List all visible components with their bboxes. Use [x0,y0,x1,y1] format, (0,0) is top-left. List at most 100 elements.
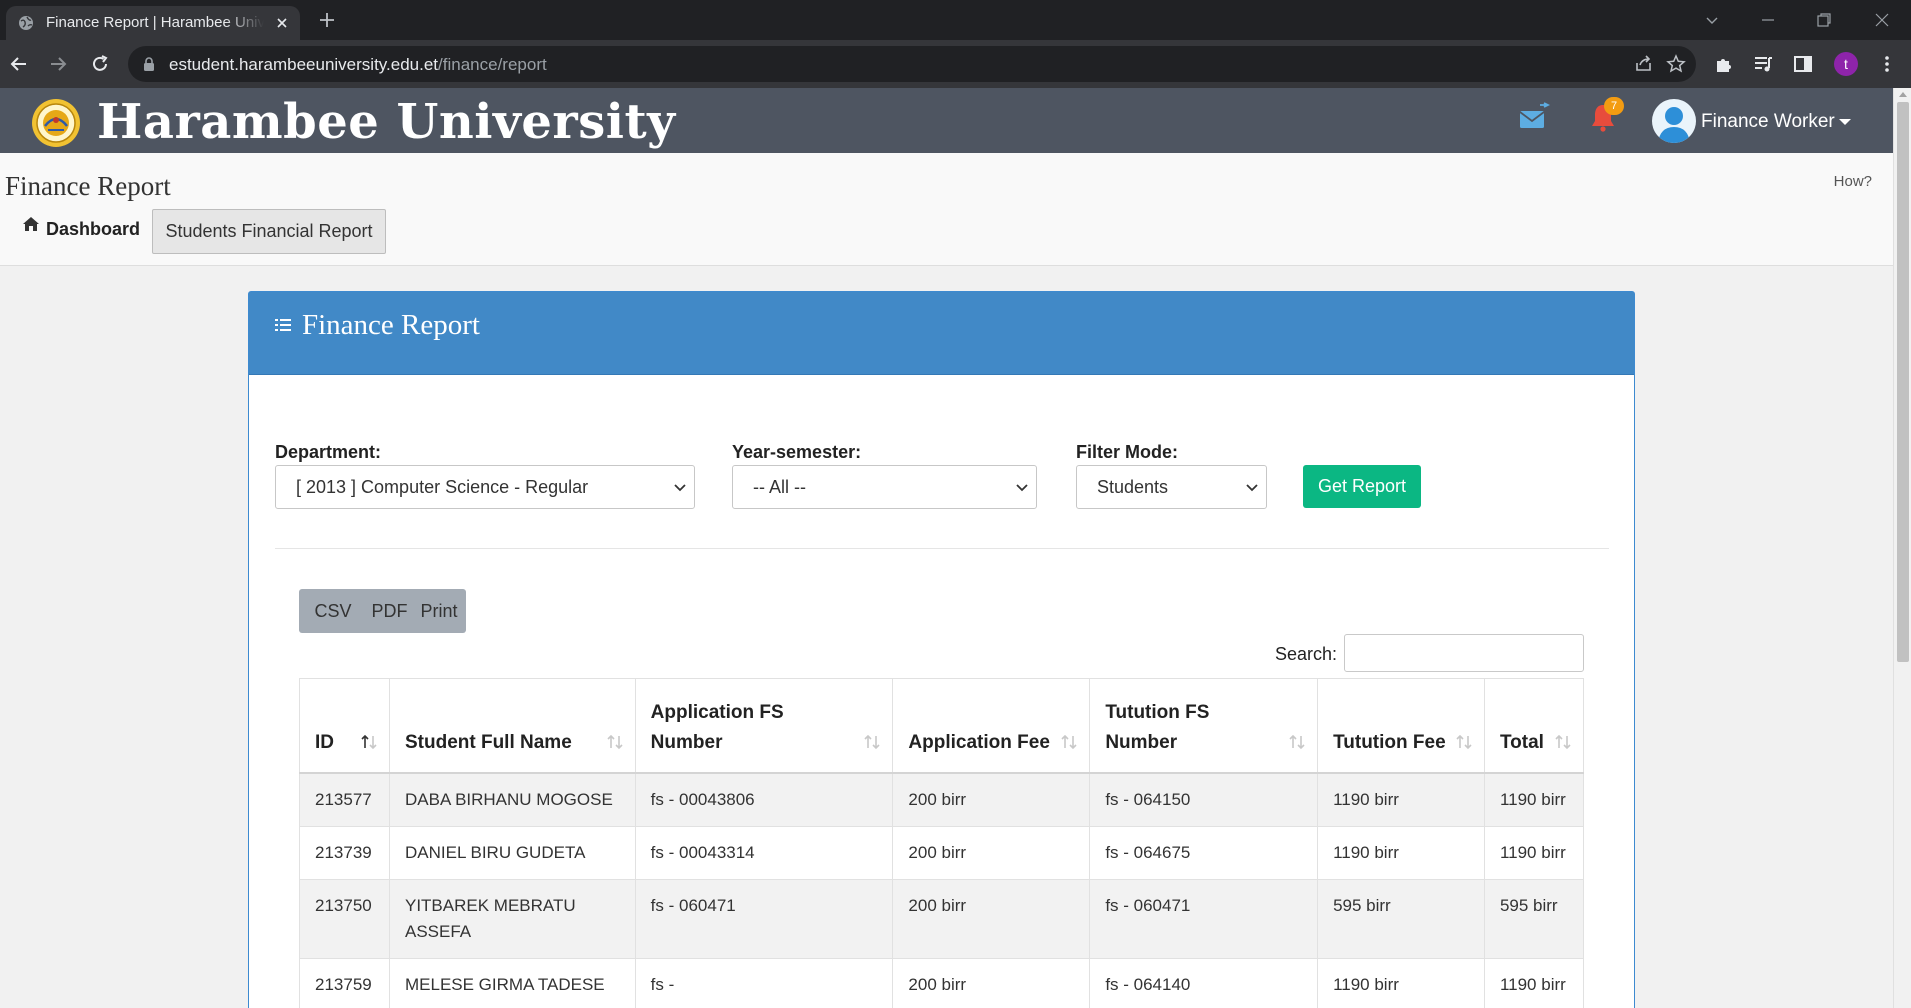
cell-student-name: DABA BIRHANU MOGOSE [388,772,636,827]
browser-tab[interactable]: Finance Report | Harambee University [6,6,300,40]
department-select-value: [ 2013 ] Computer Science - Regular [296,477,589,497]
table-row[interactable]: 213750 YITBAREK MEBRATU ASSEFA fs - 0604… [299,878,1585,959]
scroll-up-arrow-icon[interactable] [1899,92,1907,97]
share-icon[interactable] [1634,54,1654,74]
cell-student-name: YITBAREK MEBRATU ASSEFA [388,878,636,959]
profile-avatar[interactable]: t [1834,52,1858,76]
year-semester-select[interactable]: -- All -- [732,465,1037,509]
browser-tabbar: Finance Report | Harambee University [0,0,1911,40]
pdf-button[interactable]: PDF [367,589,412,633]
breadcrumb-students-financial-report[interactable]: Students Financial Report [152,209,386,254]
finance-table: ID Student Full Name Application FS Numb… [299,678,1585,1008]
window-close-icon[interactable] [1872,10,1892,30]
column-header-id[interactable]: ID [299,678,390,774]
cell-application-fee: 200 birr [892,772,1091,827]
chevron-down-icon[interactable] [1702,10,1722,30]
puzzle-icon[interactable] [1713,53,1735,75]
breadcrumb-dashboard[interactable]: Dashboard [46,219,140,240]
restore-icon[interactable] [1814,10,1834,30]
forward-icon[interactable] [47,53,69,75]
media-icon[interactable] [1752,53,1774,75]
home-icon[interactable] [22,215,40,233]
column-header-application-fee[interactable]: Application Fee [892,678,1091,774]
filter-mode-label: Filter Mode: [1076,442,1178,462]
site-header: Harambee University 7 Finance Worker [0,88,1893,153]
cell-tutution-fs-number: fs - 064140 [1089,957,1319,1008]
list-icon [275,319,291,331]
table-header-row: ID Student Full Name Application FS Numb… [299,678,1585,774]
chevron-down-icon [1246,484,1258,492]
column-header-total[interactable]: Total [1483,678,1585,774]
cell-total: 1190 birr [1483,825,1585,880]
divider [275,548,1609,549]
close-icon[interactable] [274,15,290,31]
plus-icon[interactable] [318,11,336,29]
card-title: Finance Report [302,309,480,341]
cell-application-fs-number: fs - 00043806 [634,772,894,827]
cell-total: 1190 birr [1483,957,1585,1008]
chevron-down-icon [1016,484,1028,492]
filter-mode-select[interactable]: Students [1076,465,1267,509]
page-subheader: Finance Report How? Dashboard Students F… [0,153,1893,266]
back-icon[interactable] [8,53,30,75]
chevron-down-icon [674,484,686,492]
site-brand[interactable]: Harambee University [97,94,676,150]
export-button-group: CSV PDF Print [299,589,466,633]
globe-icon [19,16,33,30]
caret-down-icon[interactable] [1839,119,1851,125]
star-icon[interactable] [1666,54,1686,74]
minimize-icon[interactable] [1758,10,1778,30]
sort-icon [607,734,623,749]
column-header-student-full-name[interactable]: Student Full Name [388,678,636,774]
cell-tutution-fs-number: fs - 064675 [1089,825,1319,880]
cell-id: 213759 [299,957,390,1008]
scrollbar-thumb[interactable] [1897,102,1909,662]
year-semester-label: Year-semester: [732,442,862,462]
search-label: Search: [1275,644,1338,664]
page-scrollbar[interactable] [1893,88,1911,1008]
cell-application-fs-number: fs - [634,957,894,1008]
browser-toolbar: estudent.harambeeuniversity.edu.et/finan… [0,40,1911,88]
cell-tutution-fee: 1190 birr [1317,957,1485,1008]
cell-application-fs-number: fs - 00043314 [634,825,894,880]
sort-icon [1061,734,1077,749]
table-row[interactable]: 213739 DANIEL BIRU GUDETA fs - 00043314 … [299,825,1585,880]
table-row[interactable]: 213577 DABA BIRHANU MOGOSE fs - 00043806… [299,772,1585,827]
cell-tutution-fs-number: fs - 064150 [1089,772,1319,827]
finance-report-card: Finance Report Department: [ 2013 ] Comp… [248,291,1635,1008]
filter-mode-select-value: Students [1097,477,1169,497]
reload-icon[interactable] [89,53,111,75]
address-bar[interactable]: estudent.harambeeuniversity.edu.et/finan… [128,46,1696,82]
kebab-menu-icon[interactable] [1876,53,1898,75]
column-header-application-fs-number[interactable]: Application FS Number [634,678,894,774]
user-icon [1658,107,1690,143]
department-select[interactable]: [ 2013 ] Computer Science - Regular [275,465,695,509]
column-header-tutution-fee[interactable]: Tutution Fee [1317,678,1485,774]
tab-title: Finance Report | Harambee University [46,14,264,31]
page-title: Finance Report [5,171,171,201]
table-row[interactable]: 213759 MELESE GIRMA TADESE fs - 200 birr… [299,957,1585,1008]
get-report-button[interactable]: Get Report [1303,465,1421,508]
lock-icon[interactable] [142,56,156,72]
sidepanel-icon[interactable] [1792,53,1814,75]
card-header: Finance Report [249,292,1634,375]
column-header-tutution-fs-number[interactable]: Tutution FS Number [1089,678,1319,774]
sort-icon [864,734,880,749]
cell-id: 213739 [299,825,390,880]
user-menu-label[interactable]: Finance Worker [1701,111,1835,133]
print-button[interactable]: Print [412,589,466,633]
cell-tutution-fee: 1190 birr [1317,772,1485,827]
help-link[interactable]: How? [1834,173,1872,190]
cell-total: 1190 birr [1483,772,1585,827]
year-semester-select-value: -- All -- [753,477,806,497]
csv-button[interactable]: CSV [299,589,367,633]
university-seal-icon[interactable] [31,98,81,148]
avatar[interactable] [1652,99,1696,143]
page-viewport: Harambee University 7 Finance Worker Fin… [0,88,1893,1008]
cell-tutution-fs-number: fs - 060471 [1089,878,1319,959]
url-text: estudent.harambeeuniversity.edu.et/finan… [169,55,547,74]
search-input[interactable] [1344,634,1584,672]
cell-total: 595 birr [1483,878,1585,959]
mail-icon[interactable] [1518,102,1550,132]
sort-asc-icon [361,734,377,749]
